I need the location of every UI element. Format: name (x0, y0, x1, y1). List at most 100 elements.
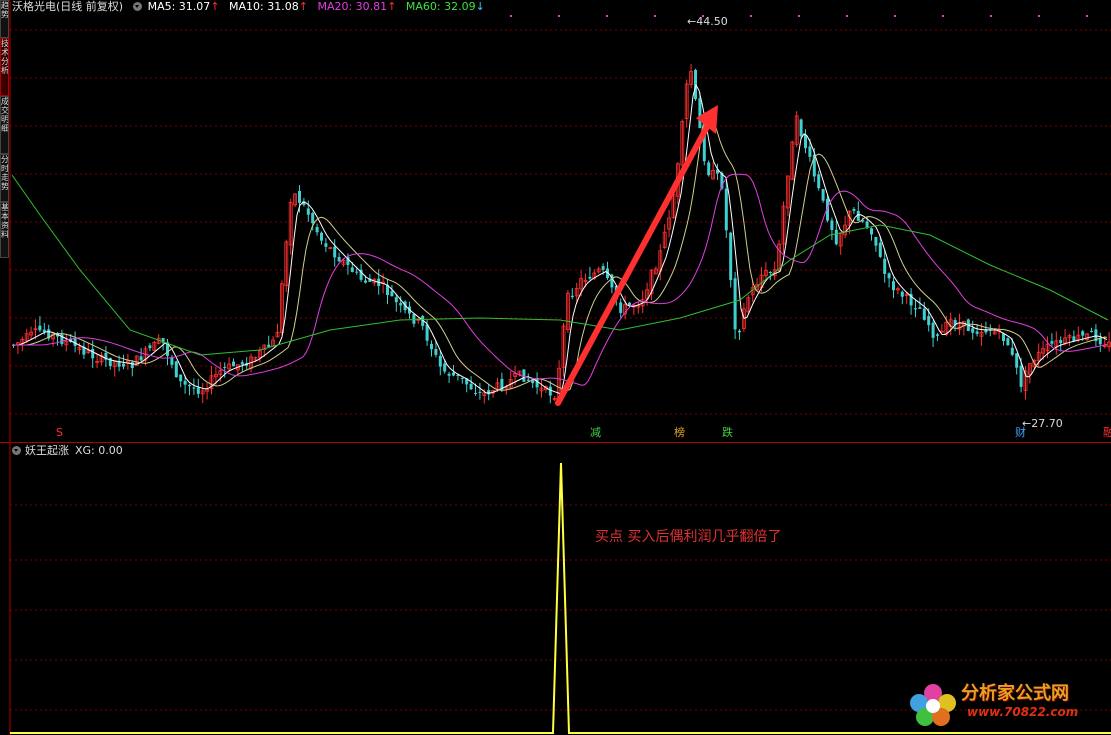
top-dot (942, 15, 944, 17)
candle-body (412, 313, 416, 324)
candle-body (399, 302, 403, 306)
candle-body (139, 356, 143, 361)
marker-margin[interactable]: 融 (1101, 426, 1111, 440)
candle-body (900, 291, 904, 297)
kline-chart[interactable]: ←44.50 ←27.70 (0, 0, 1111, 735)
ma60-line (11, 174, 1109, 356)
marker-fall[interactable]: 跌 (720, 426, 735, 440)
marker-finance[interactable]: 财 (1013, 426, 1028, 440)
candle-body (460, 377, 464, 379)
candle-body (892, 281, 895, 291)
candle-body (1081, 331, 1085, 336)
candle-body (306, 208, 310, 215)
candle-body (267, 344, 271, 347)
marker-board[interactable]: 榜 (672, 426, 687, 440)
candle-body (914, 308, 917, 310)
candle-body (724, 188, 728, 231)
candle-body (170, 357, 174, 365)
candle-body (971, 328, 975, 333)
candle-body (874, 237, 878, 246)
candle-body (817, 174, 821, 189)
candle-body (478, 391, 482, 393)
candle-body (174, 361, 178, 378)
flower-logo-icon (910, 684, 956, 726)
indicator-name[interactable]: 妖王起涨 (25, 444, 69, 457)
top-dot (894, 15, 896, 17)
watermark-logo: 分析家公式网 www.70822.com (905, 679, 1105, 729)
candle-body (452, 372, 455, 376)
buy-point-annotation: 买点 买入后偶利润几乎翻倍了 (595, 529, 782, 545)
candle-body (799, 119, 803, 137)
top-dot (750, 15, 752, 17)
ma5-line (12, 83, 1108, 395)
candle-body (447, 373, 451, 376)
trend-arrow-icon (555, 122, 711, 406)
low-price-label: ←27.70 (1022, 417, 1063, 430)
candle-body (469, 383, 473, 390)
candle-body (192, 387, 196, 389)
candle-body (188, 384, 191, 387)
candle-body (1050, 341, 1054, 344)
candle-body (601, 266, 605, 270)
candle-body (311, 213, 315, 224)
candle-body (38, 325, 42, 331)
ma10-line (12, 113, 1108, 392)
candle-body (698, 98, 702, 129)
candle-body (570, 295, 574, 298)
candle-body (364, 280, 367, 283)
candle-body (232, 361, 235, 367)
candle-body (526, 379, 530, 381)
candle-body (887, 273, 891, 279)
candle-body (694, 69, 697, 100)
candle-body (1090, 330, 1093, 332)
candle-body (1010, 347, 1014, 355)
candle-body (430, 343, 433, 350)
candle-body (390, 291, 394, 297)
candle-body (148, 345, 152, 349)
candle-body (324, 243, 328, 247)
candle-body (1019, 365, 1023, 387)
candle-body (223, 367, 227, 369)
candle-body (830, 220, 834, 230)
candle-body (1015, 353, 1019, 368)
candle-body (1002, 333, 1005, 342)
candle-body (878, 242, 882, 257)
candle-body (883, 258, 887, 274)
candle-body (522, 369, 526, 382)
indicator-dropdown-icon[interactable] (12, 446, 21, 455)
candle-body (240, 362, 244, 365)
marker-s[interactable]: S (54, 426, 65, 440)
candle-body (733, 278, 737, 330)
candle-body (122, 363, 125, 367)
candle-body (438, 355, 442, 367)
candle-body (1006, 338, 1010, 346)
top-dot (1086, 15, 1088, 17)
candle-body (315, 226, 319, 233)
pane-divider[interactable] (0, 442, 1111, 443)
top-dot (558, 15, 560, 17)
candle-body (852, 209, 856, 211)
candle-body (487, 390, 491, 395)
candle-body (821, 189, 825, 201)
candle-body (91, 348, 95, 359)
candle-body (350, 267, 354, 272)
candle-body (768, 272, 772, 274)
candle-body (865, 221, 869, 228)
high-price-label: ←44.50 (687, 15, 728, 28)
ma20-line (12, 173, 1108, 386)
top-dot (1038, 15, 1040, 17)
candle-body (425, 324, 429, 341)
candle-body (443, 363, 447, 372)
candle-body (179, 374, 183, 382)
marker-reduce[interactable]: 减 (588, 426, 603, 440)
candle-body (434, 348, 438, 355)
candle-body (931, 322, 935, 338)
indicator-value: XG: 0.00 (75, 444, 123, 457)
candle-body (355, 271, 359, 273)
watermark-title: 分析家公式网 (961, 683, 1069, 704)
candle-body (130, 362, 134, 369)
candle-body (922, 308, 926, 320)
candle-body (337, 257, 341, 262)
candle-body (1059, 340, 1063, 344)
indicator-title-bar: 妖王起涨 XG: 0.00 (12, 444, 123, 458)
